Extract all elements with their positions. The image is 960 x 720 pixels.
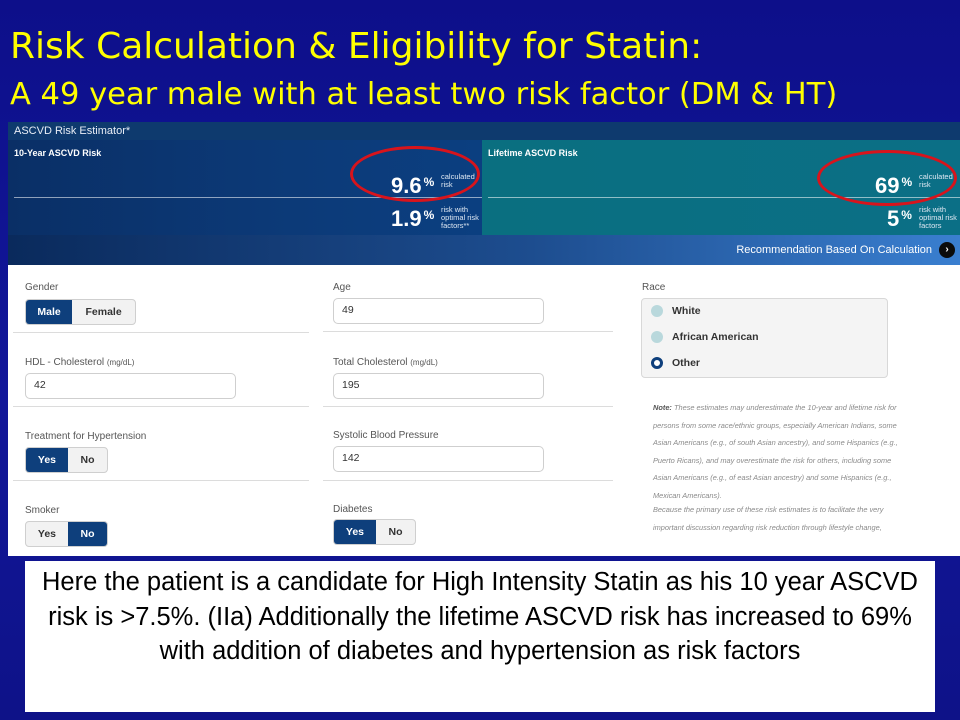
highlight-circle-ten-year xyxy=(350,146,480,202)
lifetime-optimal-caption: risk with optimal risk factors xyxy=(919,205,957,230)
race-option-african-american[interactable]: African American xyxy=(651,331,759,343)
race-option-white[interactable]: White xyxy=(651,305,701,317)
estimator-header: ASCVD Risk Estimator* xyxy=(8,122,960,140)
gender-option-female[interactable]: Female xyxy=(72,300,135,324)
chevron-right-icon[interactable]: › xyxy=(939,242,955,258)
race-label: Race xyxy=(642,282,666,293)
divider xyxy=(13,480,309,481)
gender-toggle[interactable]: Male Female xyxy=(25,299,136,325)
caption-text: Here the patient is a candidate for High… xyxy=(42,568,918,665)
diabetes-option-yes[interactable]: Yes xyxy=(334,520,376,544)
gender-label: Gender xyxy=(25,282,59,293)
note-text: These estimates may underestimate the 10… xyxy=(653,403,898,500)
recommendation-link[interactable]: Recommendation Based On Calculation xyxy=(736,244,932,256)
ascvd-estimator-screenshot: ASCVD Risk Estimator* 10-Year ASCVD Risk… xyxy=(8,122,960,556)
risk-form: Gender Male Female HDL - Cholesterol (mg… xyxy=(8,265,960,556)
hdl-label: HDL - Cholesterol (mg/dL) xyxy=(25,357,135,368)
highlight-circle-lifetime xyxy=(817,150,957,206)
diabetes-label: Diabetes xyxy=(333,504,373,515)
divider xyxy=(13,332,309,333)
disclaimer-note: Note: These estimates may underestimate … xyxy=(653,399,907,504)
radio-button-selected[interactable] xyxy=(651,357,663,369)
treatment-htn-option-no[interactable]: No xyxy=(68,448,107,472)
divider xyxy=(323,331,613,332)
race-option-other[interactable]: Other xyxy=(651,357,700,369)
smoker-toggle[interactable]: Yes No xyxy=(25,521,108,547)
systolic-bp-label: Systolic Blood Pressure xyxy=(333,430,439,441)
age-label: Age xyxy=(333,282,351,293)
slide-title: Risk Calculation & Eligibility for Stati… xyxy=(10,26,703,67)
systolic-bp-input[interactable]: 142 xyxy=(333,446,544,472)
lifetime-risk-label: Lifetime ASCVD Risk xyxy=(488,148,578,158)
slide-subtitle: A 49 year male with at least two risk fa… xyxy=(10,77,838,112)
treatment-htn-label: Treatment for Hypertension xyxy=(25,431,147,442)
divider xyxy=(323,480,613,481)
hdl-input[interactable]: 42 xyxy=(25,373,236,399)
caption-box: Here the patient is a candidate for High… xyxy=(25,561,935,712)
smoker-option-no[interactable]: No xyxy=(67,522,107,546)
smoker-option-yes[interactable]: Yes xyxy=(26,522,68,546)
gender-option-male[interactable]: Male xyxy=(26,300,73,324)
diabetes-toggle[interactable]: Yes No xyxy=(333,519,416,545)
lifetime-optimal-risk: 5% xyxy=(887,206,912,231)
diabetes-option-no[interactable]: No xyxy=(376,520,415,544)
total-cholesterol-label: Total Cholesterol (mg/dL) xyxy=(333,357,438,368)
divider xyxy=(13,406,309,407)
age-input[interactable]: 49 xyxy=(333,298,544,324)
recommendation-bar[interactable]: Recommendation Based On Calculation › xyxy=(8,235,960,265)
ten-year-optimal-risk: 1.9% xyxy=(391,206,435,231)
treatment-htn-toggle[interactable]: Yes No xyxy=(25,447,108,473)
radio-button[interactable] xyxy=(651,331,663,343)
treatment-htn-option-yes[interactable]: Yes xyxy=(26,448,68,472)
radio-button[interactable] xyxy=(651,305,663,317)
total-cholesterol-input[interactable]: 195 xyxy=(333,373,544,399)
smoker-label: Smoker xyxy=(25,505,60,516)
ten-year-optimal-caption: risk with optimal risk factors** xyxy=(441,205,479,230)
disclaimer-note-continued: Because the primary use of these risk es… xyxy=(653,505,884,532)
note-heading: Note: xyxy=(653,403,672,412)
divider xyxy=(323,406,613,407)
ten-year-risk-label: 10-Year ASCVD Risk xyxy=(14,148,102,158)
